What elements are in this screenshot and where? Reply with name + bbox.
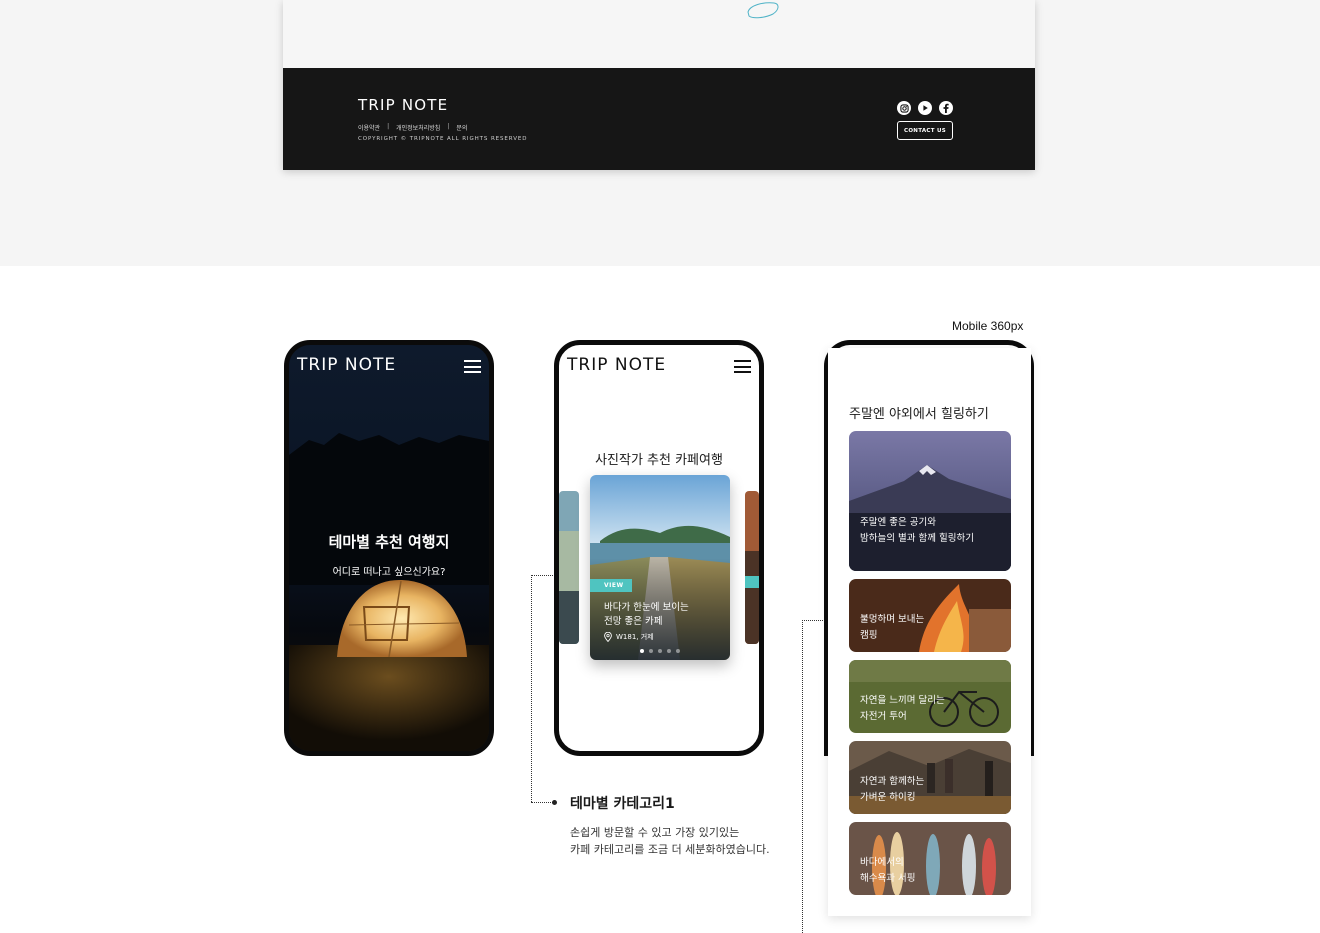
annotation-description: 손쉽게 방문할 수 있고 가장 있기있는 카페 카테고리를 조금 더 세분화하였… — [570, 824, 810, 858]
mobile-logo[interactable]: TRIP NOTE — [297, 355, 396, 375]
mobile-screen-healing: 주말엔 야외에서 힐링하기 주말엔 좋은 공기와 밤하늘의 별과 함께 힐링하기… — [828, 348, 1031, 916]
footer-links: 이용약관 | 개인정보처리방침 | 문의 — [358, 123, 467, 132]
mobile-logo[interactable]: TRIP NOTE — [567, 355, 666, 375]
social-links — [897, 101, 953, 115]
annotation-bullet — [552, 800, 557, 805]
connector-line — [531, 575, 555, 576]
hamburger-menu-icon[interactable] — [464, 360, 481, 373]
site-footer: TRIP NOTE 이용약관 | 개인정보처리방침 | 문의 COPYRIGHT… — [283, 68, 1035, 170]
footer-link-privacy[interactable]: 개인정보처리방침 — [396, 123, 440, 132]
footer-link-separator: | — [447, 123, 450, 130]
instagram-icon[interactable] — [897, 101, 911, 115]
healing-card-line2: 가벼운 하이킹 — [860, 792, 916, 803]
carousel-dot[interactable] — [658, 649, 662, 653]
carousel-dot[interactable] — [676, 649, 680, 653]
annotation-desc-line2: 카페 카테고리를 조금 더 세분화하였습니다. — [570, 843, 770, 856]
footer-logo[interactable]: TRIP NOTE — [358, 96, 448, 114]
facebook-icon[interactable] — [939, 101, 953, 115]
hero-subtitle: 어디로 떠나고 싶으신가요? — [332, 567, 446, 578]
mobile-screen-cafe: TRIP NOTE 사진작가 추천 카페여행 VIEW 바다가 한눈에 보이는 … — [554, 340, 764, 756]
footer-link-inquiry[interactable]: 문의 — [456, 123, 467, 132]
healing-card-text: 불멍하며 보내는 캠핑 — [860, 612, 924, 644]
carousel-dots — [640, 649, 680, 653]
card-title-line2: 전망 좋은 카페 — [604, 616, 663, 627]
footer-copyright: COPYRIGHT © TRIPNOTE ALL RIGHTS RESERVED — [358, 136, 528, 142]
annotation-title: 테마별 카테고리1 — [570, 796, 675, 812]
healing-card-line1: 자연을 느끼며 달리는 — [860, 695, 945, 706]
section-title: 주말엔 야외에서 힐링하기 — [849, 407, 989, 422]
cafe-card[interactable]: VIEW 바다가 한눈에 보이는 전망 좋은 카페 W181, 거제 — [590, 475, 730, 660]
healing-card-stars[interactable]: 주말엔 좋은 공기와 밤하늘의 별과 함께 힐링하기 — [849, 431, 1011, 571]
healing-card-text: 주말엔 좋은 공기와 밤하늘의 별과 함께 힐링하기 — [860, 515, 974, 547]
carousel-dot[interactable] — [640, 649, 644, 653]
healing-card-line2: 자전거 투어 — [860, 711, 907, 722]
healing-card-surfing[interactable]: 바다에서의 해수욕과 서핑 — [849, 822, 1011, 895]
location-pin-icon — [604, 632, 612, 642]
healing-card-hiking[interactable]: 자연과 함께하는 가벼운 하이킹 — [849, 741, 1011, 814]
mobile-screen-main: TRIP NOTE 테마별 추천 여행지 어디로 떠나고 싶으신가요? — [284, 340, 494, 756]
carousel-dot[interactable] — [649, 649, 653, 653]
healing-card-line1: 자연과 함께하는 — [860, 776, 925, 787]
healing-card-line1: 주말엔 좋은 공기와 — [860, 517, 936, 528]
mobile-size-label: Mobile 360px — [952, 319, 1024, 333]
connector-line — [531, 802, 553, 803]
view-badge[interactable]: VIEW — [590, 579, 632, 592]
healing-card-line2: 밤하늘의 별과 함께 힐링하기 — [860, 533, 974, 544]
carousel-prev-card[interactable] — [559, 491, 579, 644]
healing-card-line1: 바다에서의 — [860, 857, 904, 868]
healing-card-line2: 해수욕과 서핑 — [860, 873, 916, 884]
mountain-night-photo — [849, 431, 1011, 571]
healing-card-bike[interactable]: 자연을 느끼며 달리는 자전거 투어 — [849, 660, 1011, 733]
card-location-text: W181, 거제 — [616, 633, 654, 641]
healing-card-text: 바다에서의 해수욕과 서핑 — [860, 855, 915, 887]
connector-line — [802, 620, 803, 933]
card-location: W181, 거제 — [604, 632, 654, 642]
youtube-icon[interactable] — [918, 101, 932, 115]
contact-us-button[interactable]: CONTACT US — [897, 121, 953, 140]
healing-card-line2: 캠핑 — [860, 630, 878, 641]
healing-card-line1: 불멍하며 보내는 — [860, 614, 925, 625]
healing-card-text: 자연을 느끼며 달리는 자전거 투어 — [860, 693, 945, 725]
card-title: 바다가 한눈에 보이는 전망 좋은 카페 — [604, 601, 724, 629]
carousel-dot[interactable] — [667, 649, 671, 653]
hamburger-menu-icon[interactable] — [734, 360, 751, 373]
hero-title: 테마별 추천 여행지 — [328, 533, 450, 551]
healing-card-camping[interactable]: 불멍하며 보내는 캠핑 — [849, 579, 1011, 652]
island-sketch-icon — [747, 2, 779, 19]
footer-link-terms[interactable]: 이용약관 — [358, 123, 380, 132]
section-title: 사진작가 추천 카페여행 — [595, 453, 723, 468]
card-title-line1: 바다가 한눈에 보이는 — [604, 602, 689, 613]
connector-line — [531, 575, 532, 802]
desktop-preview-frame: TRIP NOTE 이용약관 | 개인정보처리방침 | 문의 COPYRIGHT… — [283, 0, 1035, 170]
footer-link-separator: | — [387, 123, 390, 130]
carousel-next-card[interactable] — [745, 491, 759, 644]
annotation-desc-line1: 손쉽게 방문할 수 있고 가장 있기있는 — [570, 826, 740, 839]
healing-card-text: 자연과 함께하는 가벼운 하이킹 — [860, 774, 924, 806]
